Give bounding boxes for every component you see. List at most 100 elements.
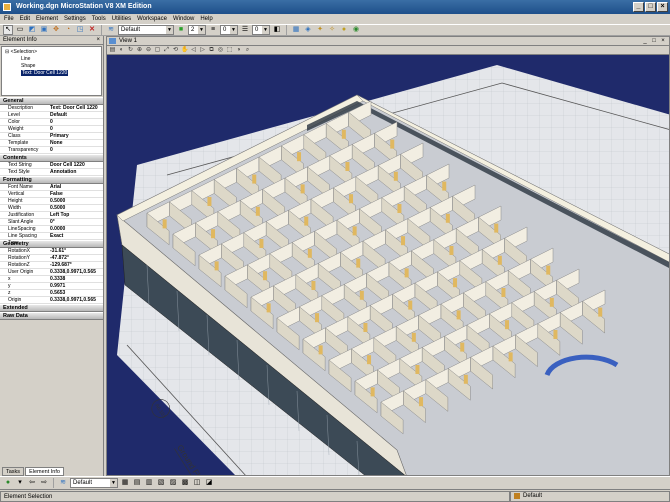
property-value[interactable]: 0 — [48, 119, 103, 125]
copy-icon[interactable]: ▣ — [39, 25, 49, 35]
menu-element[interactable]: Element — [36, 16, 58, 22]
help-icon[interactable]: ◉ — [351, 25, 361, 35]
dropdown-icon[interactable]: ▾ — [15, 478, 25, 488]
tree-item-selected[interactable]: Text: Door Cell 1220 — [5, 70, 98, 77]
property-row[interactable]: Text Style Annotation — [0, 169, 103, 176]
view-1-icon[interactable]: ▦ — [120, 478, 130, 488]
property-value[interactable]: 0.5000 — [48, 205, 103, 211]
property-value[interactable]: 0.3338 — [48, 276, 103, 282]
property-value[interactable]: 0° — [48, 219, 103, 225]
view-8-icon[interactable]: ◪ — [204, 478, 214, 488]
property-value[interactable]: 0.3338,0.9971,0.565 — [48, 297, 103, 303]
property-value[interactable]: Door Cell 1220 — [48, 162, 103, 168]
view-rotate-icon[interactable]: ⟲ — [172, 47, 179, 54]
property-row[interactable]: User Origin 0.3338,0.9971,0.565 — [0, 269, 103, 276]
property-value[interactable]: -47.872° — [48, 255, 103, 261]
property-value[interactable]: Primary — [48, 133, 103, 139]
property-row[interactable]: y 0.9971 — [0, 283, 103, 290]
fence-icon[interactable]: ▭ — [15, 25, 25, 35]
tree-item[interactable]: Line — [5, 56, 98, 63]
section-raw-data[interactable]: Raw Data — [0, 312, 103, 320]
view-display-style-icon[interactable]: ◐ — [118, 47, 125, 54]
delete-icon[interactable]: ✕ — [87, 25, 97, 35]
property-row[interactable]: Line Spacing Type Exact — [0, 233, 103, 246]
property-value[interactable]: Left Top — [48, 212, 103, 218]
render-view-icon[interactable]: ◑ — [235, 47, 242, 54]
menu-help[interactable]: Help — [200, 16, 212, 22]
property-value[interactable]: 0.5000 — [48, 198, 103, 204]
weight-combo[interactable]: 0 ▼ — [252, 25, 270, 35]
view-5-icon[interactable]: ▨ — [168, 478, 178, 488]
run-icon[interactable]: ● — [3, 478, 13, 488]
scale-icon[interactable]: ◳ — [75, 25, 85, 35]
primary-tools-icon[interactable]: ◈ — [303, 25, 313, 35]
level-display-icon[interactable]: ≋ — [58, 478, 68, 488]
property-row[interactable]: Template None — [0, 140, 103, 147]
property-row[interactable]: RotationX -31.61° — [0, 248, 103, 255]
level-manager-icon[interactable]: ≋ — [106, 25, 116, 35]
menu-utilities[interactable]: Utilities — [112, 16, 131, 22]
move-icon[interactable]: ✥ — [51, 25, 61, 35]
menu-settings[interactable]: Settings — [64, 16, 86, 22]
property-value[interactable]: None — [48, 140, 103, 146]
zoom-icon[interactable]: ⌕ — [244, 47, 251, 54]
menu-workspace[interactable]: Workspace — [137, 16, 167, 22]
view-previous-icon[interactable]: ◁ — [190, 47, 197, 54]
zoom-out-icon[interactable]: ⊖ — [145, 47, 152, 54]
property-value[interactable]: 0.9971 — [48, 283, 103, 289]
copy-view-icon[interactable]: ⧉ — [208, 47, 215, 54]
property-row[interactable]: Vertical False — [0, 191, 103, 198]
transparency-icon[interactable]: ◧ — [272, 25, 282, 35]
view-minimize-button[interactable]: _ — [641, 37, 649, 45]
color-combo[interactable]: 2 ▼ — [188, 25, 206, 35]
tab-element-info[interactable]: Element Info — [25, 467, 64, 476]
section-general[interactable]: General — [0, 97, 103, 105]
property-row[interactable]: Font Name Arial — [0, 184, 103, 191]
property-value[interactable]: Text: Door Cell 1220 — [48, 105, 103, 111]
property-value[interactable]: -129.687° — [48, 262, 103, 268]
camera-icon[interactable]: ◎ — [217, 47, 224, 54]
rotate-icon[interactable]: ◔ — [63, 25, 73, 35]
view-2-icon[interactable]: ▤ — [132, 478, 142, 488]
property-row[interactable]: Origin 0.3338,0.9971,0.565 — [0, 297, 103, 304]
lock-icon[interactable] — [514, 493, 520, 499]
property-row[interactable]: Color 0 — [0, 119, 103, 126]
style-combo[interactable]: 0 ▼ — [220, 25, 238, 35]
property-row[interactable]: Description Text: Door Cell 1220 — [0, 105, 103, 112]
forward-icon[interactable]: ⇨ — [39, 478, 49, 488]
level-combo[interactable]: Default ▼ — [118, 25, 174, 35]
property-value[interactable]: -31.61° — [48, 248, 103, 254]
property-row[interactable]: Weight 0 — [0, 126, 103, 133]
view-next-icon[interactable]: ▷ — [199, 47, 206, 54]
property-value[interactable]: False — [48, 191, 103, 197]
view-close-button[interactable]: × — [659, 37, 667, 45]
window-area-icon[interactable]: ▢ — [154, 47, 161, 54]
minimize-button[interactable]: _ — [633, 2, 644, 12]
property-row[interactable]: Transparency 0 — [0, 147, 103, 154]
property-value[interactable]: 0.5653 — [48, 290, 103, 296]
property-row[interactable]: Width 0.5000 — [0, 205, 103, 212]
modify-icon[interactable]: ◩ — [27, 25, 37, 35]
property-value[interactable]: 0.3338,0.9971,0.565 — [48, 269, 103, 275]
active-level-combo[interactable]: Default ▼ — [70, 478, 118, 488]
zoom-in-icon[interactable]: ⊕ — [136, 47, 143, 54]
property-row[interactable]: RotationZ -129.687° — [0, 262, 103, 269]
color-icon[interactable]: ■ — [176, 25, 186, 35]
section-formatting[interactable]: Formatting — [0, 176, 103, 184]
property-row[interactable]: z 0.5653 — [0, 290, 103, 297]
section-geometry[interactable]: Geometry — [0, 240, 103, 248]
section-contents[interactable]: Contents — [0, 154, 103, 162]
menu-file[interactable]: File — [4, 16, 14, 22]
section-extended[interactable]: Extended — [0, 304, 103, 312]
menu-window[interactable]: Window — [173, 16, 194, 22]
property-value[interactable]: 0 — [48, 126, 103, 132]
update-view-icon[interactable]: ↻ — [127, 47, 134, 54]
property-value[interactable]: 0.0000 — [48, 226, 103, 232]
clip-volume-icon[interactable]: ⬚ — [226, 47, 233, 54]
property-row[interactable]: Justification Left Top — [0, 212, 103, 219]
close-icon[interactable]: × — [96, 36, 100, 45]
tree-root[interactable]: ⊟ <Selection> — [5, 49, 98, 56]
accudraw-icon[interactable]: ✦ — [315, 25, 325, 35]
property-row[interactable]: Slant Angle 0° — [0, 219, 103, 226]
property-row[interactable]: RotationY -47.872° — [0, 255, 103, 262]
